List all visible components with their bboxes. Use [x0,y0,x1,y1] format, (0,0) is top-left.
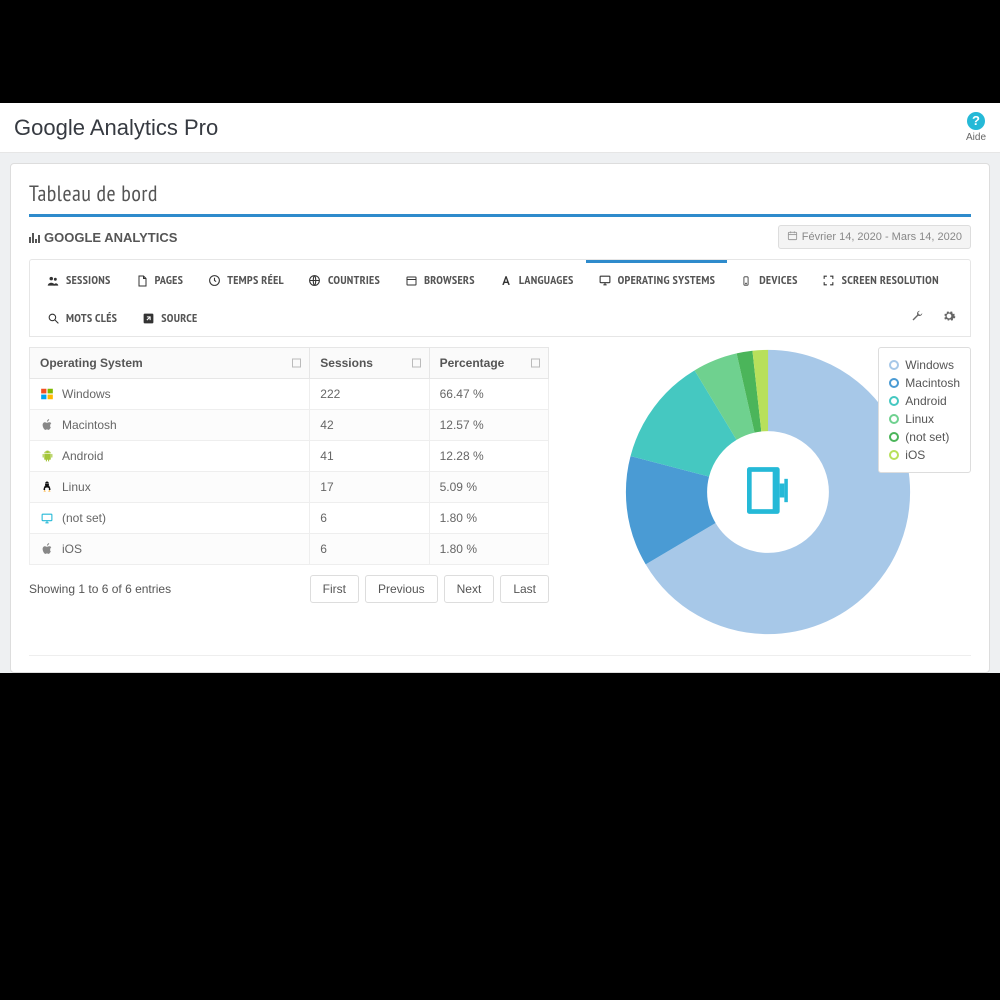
os-table: Operating System Sessions Percentage Win… [29,347,549,637]
file-icon [135,274,149,288]
legend-swatch [889,378,899,388]
clock-icon [207,274,221,288]
pager-first[interactable]: First [310,575,359,603]
help-label: Aide [966,132,986,143]
legend-swatch [889,414,899,424]
calendar-icon [787,230,798,244]
gear-icon[interactable] [942,309,956,326]
pager-next[interactable]: Next [444,575,495,603]
os-icon [40,449,54,463]
font-icon [499,274,513,288]
tab-pages[interactable]: PAGES [123,260,196,298]
legend-swatch [889,450,899,460]
tab-operating-systems[interactable]: OPERATING SYSTEMS [586,260,728,298]
dashboard-panel: Tableau de bord GOOGLE ANALYTICS Février… [10,163,990,673]
tab-sessions[interactable]: SESSIONS [34,260,123,298]
users-icon [46,274,60,288]
os-icon [40,387,54,401]
table-row[interactable]: Android4112.28 % [30,441,549,472]
os-icon [40,480,54,494]
legend-item[interactable]: Android [889,392,960,410]
tab-realtime[interactable]: TEMPS RÉEL [195,260,296,298]
app-title: Google Analytics Pro [14,115,218,141]
share-icon [141,312,155,326]
os-donut-chart: WindowsMacintoshAndroidLinux(not set)iOS [565,347,971,637]
table-row[interactable]: iOS61.80 % [30,534,549,565]
legend-item[interactable]: (not set) [889,428,960,446]
top-bar: Google Analytics Pro ? Aide [0,103,1000,153]
os-icon [40,418,54,432]
th-percentage[interactable]: Percentage [429,348,548,379]
desktop-icon [737,463,799,522]
legend-item[interactable]: Macintosh [889,374,960,392]
legend-item[interactable]: Linux [889,410,960,428]
tabs-bar: SESSIONS PAGES TEMPS RÉEL COUNTRIES BROW… [29,259,971,337]
table-row[interactable]: (not set)61.80 % [30,503,549,534]
search-icon [46,312,60,326]
tab-languages[interactable]: LANGUAGES [487,260,586,298]
table-row[interactable]: Linux175.09 % [30,472,549,503]
legend-item[interactable]: iOS [889,446,960,464]
tab-browsers[interactable]: BROWSERS [392,260,487,298]
panel-title: Tableau de bord [29,180,971,217]
desktop-icon [598,274,612,288]
legend-swatch [889,396,899,406]
section-header: GOOGLE ANALYTICS [29,230,177,245]
th-sessions[interactable]: Sessions [310,348,429,379]
wrench-icon[interactable] [910,309,924,326]
globe-icon [308,274,322,288]
legend-swatch [889,360,899,370]
chart-legend: WindowsMacintoshAndroidLinux(not set)iOS [878,347,971,473]
tab-source[interactable]: SOURCE [129,298,209,336]
legend-swatch [889,432,899,442]
mobile-icon [739,274,753,288]
tab-devices[interactable]: DEVICES [727,260,809,298]
table-row[interactable]: Macintosh4212.57 % [30,410,549,441]
pager-last[interactable]: Last [500,575,549,603]
table-info: Showing 1 to 6 of 6 entries [29,582,171,596]
help-icon: ? [967,112,985,130]
os-icon [40,542,54,556]
os-icon [40,511,54,525]
date-range-label: Février 14, 2020 - Mars 14, 2020 [802,231,962,243]
pager-previous[interactable]: Previous [365,575,438,603]
legend-item[interactable]: Windows [889,356,960,374]
tab-screen-resolution[interactable]: SCREEN RESOLUTION [810,260,951,298]
expand-icon [822,274,836,288]
tab-countries[interactable]: COUNTRIES [296,260,392,298]
chart-bars-icon [29,231,40,243]
table-row[interactable]: Windows22266.47 % [30,379,549,410]
window-icon [404,274,418,288]
th-os[interactable]: Operating System [30,348,310,379]
tab-keywords[interactable]: MOTS CLÉS [34,298,129,336]
help-button[interactable]: ? Aide [966,112,986,143]
pagination: First Previous Next Last [310,575,549,603]
date-range-button[interactable]: Février 14, 2020 - Mars 14, 2020 [778,225,971,249]
